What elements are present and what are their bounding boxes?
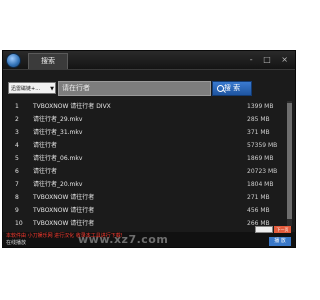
list-item[interactable]: 10 TVBOXNOW 请往行者 266 MB xyxy=(9,218,281,229)
results-list: 1 TVBOXNOW 请往行者 DIVX 1399 MB 2 请往行者_29.m… xyxy=(9,101,287,229)
row-size: 1399 MB xyxy=(247,103,274,110)
search-icon xyxy=(217,85,224,92)
row-index: 8 xyxy=(15,194,19,201)
row-name: TVBOXNOW 请往行者 xyxy=(33,194,95,201)
row-name: TVBOXNOW 请往行者 xyxy=(33,207,95,214)
app-window: 搜索 - □ × 迅雷磁链+… ▼ 请在行者 搜 索 1 TVBOXNOW 请往… xyxy=(2,50,296,248)
row-name: 请往行者_29.mkv xyxy=(33,116,83,123)
list-item[interactable]: 3 请往行者_31.mkv 371 MB xyxy=(9,127,281,138)
site-watermark: www.xz7.com xyxy=(78,233,169,246)
row-name: TVBOXNOW 请往行者 DIVX xyxy=(33,103,111,110)
row-name: 请往行者 xyxy=(33,168,58,175)
window-controls[interactable]: - □ × xyxy=(250,55,292,64)
row-size: 285 MB xyxy=(247,116,270,123)
search-button[interactable]: 搜 索 xyxy=(212,81,252,96)
chevron-down-icon: ▼ xyxy=(50,86,54,92)
list-item[interactable]: 6 请往行者 20723 MB xyxy=(9,166,281,177)
row-size: 371 MB xyxy=(247,129,270,136)
list-item[interactable]: 1 TVBOXNOW 请往行者 DIVX 1399 MB xyxy=(9,101,281,112)
row-index: 3 xyxy=(15,129,19,136)
title-bar: 搜索 - □ × xyxy=(3,51,295,70)
search-bar: 迅雷磁链+… ▼ 请在行者 搜 索 xyxy=(3,81,295,97)
search-input[interactable]: 请在行者 xyxy=(58,81,211,96)
row-size: 271 MB xyxy=(247,194,270,201)
row-size: 456 MB xyxy=(247,207,270,214)
row-index: 2 xyxy=(15,116,19,123)
list-item[interactable]: 8 TVBOXNOW 请往行者 271 MB xyxy=(9,192,281,203)
row-index: 9 xyxy=(15,207,19,214)
row-size: 1869 MB xyxy=(247,155,274,162)
play-button[interactable]: 播 放 xyxy=(269,237,291,246)
row-name: TVBOXNOW 请往行者 xyxy=(33,220,95,227)
list-item[interactable]: 2 请往行者_29.mkv 285 MB xyxy=(9,114,281,125)
row-size: 57359 MB xyxy=(247,142,278,149)
row-name: 请往行者_20.mkv xyxy=(33,181,83,188)
source-select[interactable]: 迅雷磁链+… ▼ xyxy=(8,82,56,94)
row-index: 10 xyxy=(15,220,23,227)
row-index: 1 xyxy=(15,103,19,110)
row-index: 6 xyxy=(15,168,19,175)
row-name: 请往行者_06.mkv xyxy=(33,155,83,162)
list-item[interactable]: 4 请往行者 57359 MB xyxy=(9,140,281,151)
online-play-label[interactable]: 在线播放 xyxy=(6,239,26,246)
scrollbar[interactable] xyxy=(287,101,292,226)
list-item[interactable]: 5 请往行者_06.mkv 1869 MB xyxy=(9,153,281,164)
scrollbar-thumb[interactable] xyxy=(287,103,292,219)
list-item[interactable]: 7 请往行者_20.mkv 1804 MB xyxy=(9,179,281,190)
next-page-button[interactable]: 下一页 xyxy=(274,226,291,233)
page-input[interactable] xyxy=(255,226,273,233)
row-size: 1804 MB xyxy=(247,181,274,188)
row-index: 4 xyxy=(15,142,19,149)
list-item[interactable]: 9 TVBOXNOW 请往行者 456 MB xyxy=(9,205,281,216)
globe-icon[interactable] xyxy=(6,53,21,68)
row-name: 请往行者_31.mkv xyxy=(33,129,83,136)
tab-search[interactable]: 搜索 xyxy=(28,53,68,69)
row-name: 请往行者 xyxy=(33,142,58,149)
row-size: 20723 MB xyxy=(247,168,278,175)
row-index: 7 xyxy=(15,181,19,188)
row-index: 5 xyxy=(15,155,19,162)
search-button-label: 搜 索 xyxy=(223,84,241,92)
source-select-label: 迅雷磁链+… xyxy=(11,86,41,92)
